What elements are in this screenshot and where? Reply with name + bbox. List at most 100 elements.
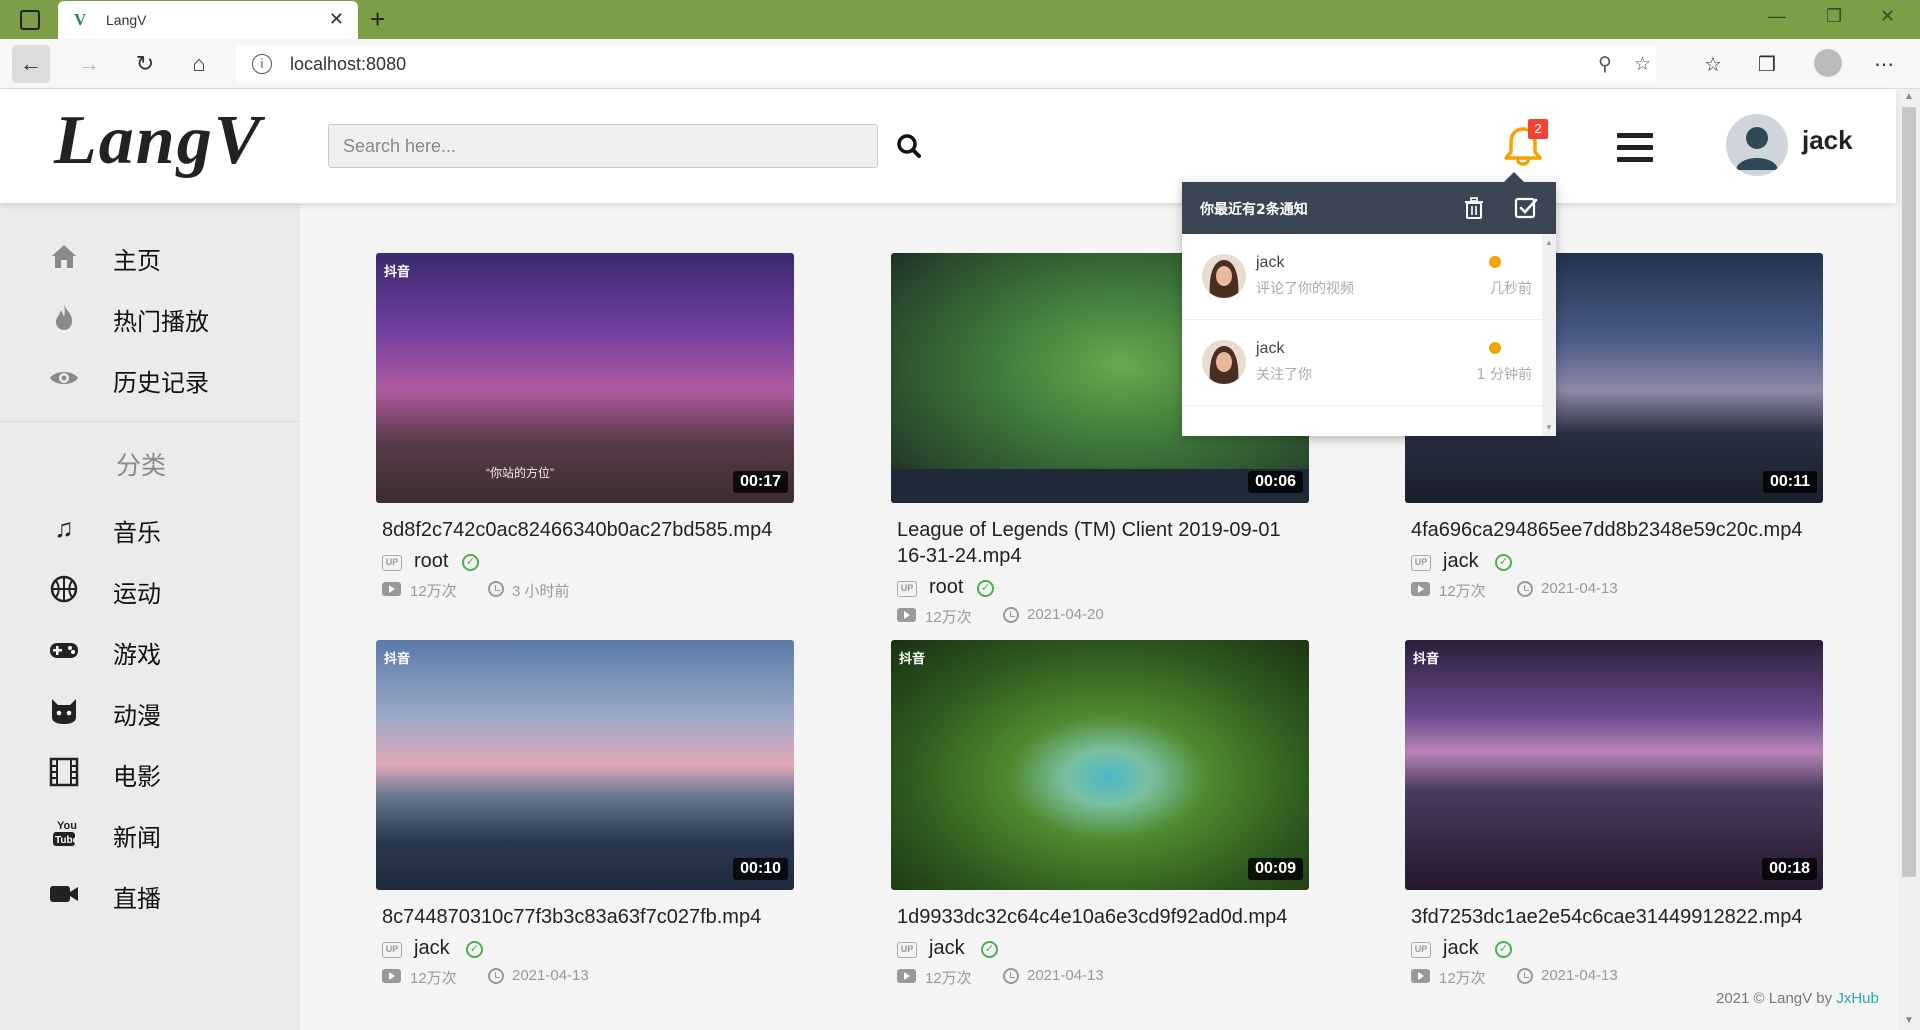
search-input[interactable] xyxy=(328,124,878,168)
basketball-icon xyxy=(48,573,80,605)
duration-badge: 00:06 xyxy=(1248,471,1303,493)
browser-tab[interactable]: V LangV ✕ xyxy=(58,1,358,39)
verified-icon: ✓ xyxy=(1495,941,1512,958)
verified-icon: ✓ xyxy=(1495,554,1512,571)
play-icon xyxy=(897,608,916,622)
scroll-up-icon[interactable]: ▲ xyxy=(1904,91,1914,102)
restore-icon[interactable]: ❐ xyxy=(1826,6,1842,27)
close-window-icon[interactable]: ✕ xyxy=(1880,6,1895,27)
more-options-icon[interactable]: ⋯ xyxy=(1874,52,1894,77)
video-author[interactable]: jack xyxy=(929,937,965,960)
home-browser-icon[interactable]: ⌂ xyxy=(180,45,218,83)
duration-badge: 00:10 xyxy=(733,858,788,880)
user-name[interactable]: jack xyxy=(1802,125,1853,156)
video-title[interactable]: 8c744870310c77f3b3c83a63f7c027fb.mp4 xyxy=(382,904,794,930)
notification-scrollbar[interactable]: ▲ ▼ xyxy=(1542,234,1556,436)
video-author-row: UP jack ✓ xyxy=(1411,550,1823,575)
browser-profile-icon[interactable] xyxy=(1814,49,1842,77)
user-avatar[interactable] xyxy=(1726,114,1788,176)
sidebar-item-news[interactable]: You Tube 新闻 xyxy=(0,811,300,855)
video-author[interactable]: jack xyxy=(1443,937,1479,960)
page-scrollbar[interactable]: ▲ ▼ xyxy=(1898,89,1920,1030)
collections-icon[interactable]: ❒ xyxy=(1758,52,1776,77)
video-card[interactable]: 抖音 “你站的方位” 00:17 8d8f2c742c0ac82466340b0… xyxy=(376,253,794,601)
forward-arrow-icon[interactable]: → xyxy=(70,45,108,83)
video-card[interactable]: 抖音 00:10 8c744870310c77f3b3c83a63f7c027f… xyxy=(376,640,794,988)
video-author-row: UP jack ✓ xyxy=(897,937,1309,962)
play-icon xyxy=(382,969,401,983)
hamburger-menu-icon[interactable] xyxy=(1617,133,1653,163)
video-author-row: UP root ✓ xyxy=(382,550,794,575)
video-author[interactable]: jack xyxy=(414,937,450,960)
upload-time: 3 小时前 xyxy=(512,583,570,600)
video-title[interactable]: 3fd7253dc1ae2e54c6cae31449912822.mp4 xyxy=(1411,904,1823,930)
video-card[interactable]: 抖音 00:09 1d9933dc32c64c4e10a6e3cd9f92ad0… xyxy=(891,640,1309,988)
video-author[interactable]: root xyxy=(929,576,963,599)
scroll-down-icon[interactable]: ▼ xyxy=(1545,423,1553,432)
gamepad-icon xyxy=(48,634,80,666)
notification-time: 几秒前 xyxy=(1490,281,1532,297)
browser-tab-bar: V LangV ✕ + — ❐ ✕ xyxy=(0,0,1920,39)
footer-link[interactable]: JxHub xyxy=(1836,990,1879,1007)
video-title[interactable]: 4fa696ca294865ee7dd8b2348e59c20c.mp4 xyxy=(1411,517,1823,543)
video-thumbnail[interactable]: 抖音 00:18 xyxy=(1405,640,1823,890)
video-camera-icon xyxy=(48,878,80,910)
sidebar-item-music[interactable]: ♫ 音乐 xyxy=(0,506,300,550)
info-icon[interactable]: i xyxy=(252,54,272,74)
home-icon xyxy=(48,240,80,272)
sidebar-item-live[interactable]: 直播 xyxy=(0,872,300,916)
upload-time: 2021-04-20 xyxy=(1027,606,1104,623)
sidebar-item-movies[interactable]: 电影 xyxy=(0,750,300,794)
clock-icon xyxy=(488,968,504,984)
video-author-row: UP jack ✓ xyxy=(382,937,794,962)
unread-dot xyxy=(1489,256,1501,268)
trash-icon[interactable] xyxy=(1462,196,1486,220)
upload-time: 2021-04-13 xyxy=(1541,967,1618,984)
address-bar[interactable]: i localhost:8080 ⚲ ☆ xyxy=(236,45,1656,83)
play-icon xyxy=(1411,969,1430,983)
view-count: 12万次 xyxy=(1439,583,1486,600)
url-text[interactable]: localhost:8080 xyxy=(290,54,406,75)
video-thumbnail[interactable]: 抖音 00:10 xyxy=(376,640,794,890)
scroll-up-icon[interactable]: ▲ xyxy=(1545,238,1553,247)
sidebar-item-anime[interactable]: 动漫 xyxy=(0,689,300,733)
sidebar-item-label: 直播 xyxy=(113,885,161,913)
video-author[interactable]: jack xyxy=(1443,550,1479,573)
sidebar-item-hot[interactable]: 热门播放 xyxy=(0,295,300,339)
notification-count-badge: 2 xyxy=(1528,119,1548,139)
window-menu-icon[interactable] xyxy=(20,10,40,30)
add-favorite-icon[interactable]: ☆ xyxy=(1634,53,1651,76)
reload-icon[interactable]: ↻ xyxy=(126,45,164,83)
notification-item[interactable]: jack 关注了你 1 分钟前 xyxy=(1182,320,1542,406)
site-logo[interactable]: LangV xyxy=(54,101,262,181)
video-title[interactable]: 1d9933dc32c64c4e10a6e3cd9f92ad0d.mp4 xyxy=(897,904,1309,930)
zoom-icon[interactable]: ⚲ xyxy=(1598,53,1612,76)
minimize-icon[interactable]: — xyxy=(1768,6,1786,27)
up-icon: UP xyxy=(1411,942,1431,958)
sidebar-item-history[interactable]: 历史记录 xyxy=(0,356,300,400)
video-card[interactable]: 抖音 00:18 3fd7253dc1ae2e54c6cae3144991282… xyxy=(1405,640,1823,988)
scroll-down-icon[interactable]: ▼ xyxy=(1904,1015,1914,1026)
video-title[interactable]: 8d8f2c742c0ac82466340b0ac27bd585.mp4 xyxy=(382,517,794,543)
search-icon[interactable] xyxy=(892,129,928,165)
sidebar-item-games[interactable]: 游戏 xyxy=(0,628,300,672)
view-count: 12万次 xyxy=(1439,970,1486,987)
mark-all-read-icon[interactable] xyxy=(1514,196,1538,220)
scrollbar-thumb[interactable] xyxy=(1902,107,1916,877)
clock-icon xyxy=(1003,607,1019,623)
notification-text: 评论了你的视频 xyxy=(1256,281,1354,297)
video-title[interactable]: League of Legends (TM) Client 2019-09-01… xyxy=(897,517,1309,569)
sidebar-item-home[interactable]: 主页 xyxy=(0,234,300,278)
back-arrow-icon[interactable]: ← xyxy=(12,45,50,83)
video-stats-row: 12万次 2021-04-13 xyxy=(897,966,1309,988)
notification-item[interactable]: jack 评论了你的视频 几秒前 xyxy=(1182,234,1542,320)
close-tab-icon[interactable]: ✕ xyxy=(329,9,344,30)
video-thumbnail[interactable]: 抖音 “你站的方位” 00:17 xyxy=(376,253,794,503)
video-stats-row: 12万次 2021-04-13 xyxy=(382,966,794,988)
sidebar-item-sports[interactable]: 运动 xyxy=(0,567,300,611)
favorites-icon[interactable]: ☆ xyxy=(1704,52,1722,77)
video-thumbnail[interactable]: 抖音 00:09 xyxy=(891,640,1309,890)
video-author[interactable]: root xyxy=(414,550,448,573)
new-tab-icon[interactable]: + xyxy=(370,4,385,35)
sidebar-item-label: 主页 xyxy=(113,247,161,275)
